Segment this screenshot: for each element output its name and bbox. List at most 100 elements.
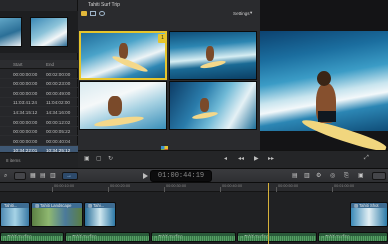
ruler-tick — [220, 187, 221, 192]
surfer-shorts — [318, 111, 336, 122]
video-only-switch-icon[interactable] — [90, 11, 96, 16]
surfer-head — [317, 71, 331, 86]
end-timecode: 00:00:49:00 — [46, 90, 71, 96]
viewer-control-bar: ▣ ▢ ↻ ◂ ◂◂ ▶ ▸▸ ⤢ — [78, 150, 388, 168]
arrow-icon[interactable]: → — [66, 172, 72, 180]
column-header-start[interactable]: Start — [13, 62, 23, 67]
list-row[interactable]: 00:00:00:00 00:00:12:02 — [0, 117, 78, 127]
list-row[interactable]: 00:00:00:00 00:00:23:00 — [0, 79, 78, 89]
list-row[interactable]: 00:00:00:00 00:00:05:22 — [0, 127, 78, 137]
search-icon[interactable]: ⌕ — [4, 172, 7, 180]
start-timecode: 00:00:00:00 — [13, 90, 38, 96]
item-count: 8 items — [6, 158, 21, 163]
list-row[interactable]: 14:34:15:12 14:34:16:00 — [0, 107, 78, 117]
audio-waveform — [66, 236, 149, 241]
timeline-ruler[interactable]: 00:00:10:00 00:00:20:00 00:00:30:00 00:0… — [0, 183, 388, 192]
surfboard — [300, 115, 388, 155]
snapping-icon[interactable]: ◎ — [330, 172, 335, 180]
transform-icon[interactable]: ▣ — [84, 155, 90, 162]
start-timecode: 00:00:00:00 — [13, 71, 38, 77]
angle-viewer: Tahiti Surf Trip Settings ▾ 1 — [78, 0, 260, 168]
clip-list: 00:00:00:00 00:02:00:00 00:00:00:00 00:00:… — [0, 69, 78, 156]
end-timecode: 00:00:05:22 — [46, 129, 71, 135]
audio-only-switch-icon[interactable] — [99, 11, 105, 16]
next-icon[interactable]: ▸▸ — [268, 155, 274, 162]
end-timecode: 00:02:00:00 — [46, 71, 71, 77]
end-timecode: 11:04:02:00 — [46, 100, 70, 106]
play-icon[interactable]: ▶ — [254, 155, 259, 162]
angle-1[interactable]: 1 — [79, 31, 167, 80]
angle-4[interactable] — [169, 81, 257, 130]
ruler-tick — [164, 187, 165, 192]
crop-icon[interactable]: ▢ — [96, 155, 102, 162]
retime-icon[interactable]: ↻ — [108, 155, 113, 162]
transitions-browser-button[interactable] — [372, 172, 386, 180]
solo-icon[interactable]: ⚙ — [316, 172, 321, 180]
surfboard — [191, 110, 219, 121]
playhead[interactable] — [268, 183, 269, 244]
list-row[interactable]: 00:00:00:00 00:02:00:00 — [0, 69, 78, 79]
audio-clip[interactable]: ▸ Tahiti Surfing — [65, 232, 150, 242]
ruler-tick — [52, 187, 53, 192]
list-row[interactable]: 00:00:00:00 00:00:40:04 — [0, 136, 78, 146]
chevron-down-icon[interactable]: ▾ — [250, 10, 252, 16]
angle-2[interactable] — [169, 31, 257, 80]
connect-icon[interactable]: ▦ — [30, 172, 36, 180]
insert-icon[interactable]: ▤ — [40, 172, 46, 180]
append-icon[interactable]: ▥ — [50, 172, 56, 180]
list-header: Start End — [0, 60, 78, 69]
audio-clip[interactable]: ▸ Tahiti Surfing — [318, 232, 388, 242]
surfboard — [93, 114, 145, 129]
clip-thumbnail[interactable] — [0, 17, 22, 47]
timeline[interactable]: 00:00:10:00 00:00:20:00 00:00:30:00 00:0… — [0, 183, 388, 244]
clip-appearance-button[interactable] — [14, 172, 26, 180]
ruler-label: 00:00:30:00 — [166, 184, 187, 188]
end-timecode: 14:34:16:00 — [46, 109, 71, 115]
start-timecode: 00:00:00:00 — [13, 119, 38, 125]
video-audio-switch-icon[interactable] — [81, 11, 87, 16]
viewer-frame — [260, 31, 388, 155]
audio-waveform — [319, 236, 387, 241]
play-indicator-icon — [143, 173, 148, 179]
list-row[interactable]: 00:00:00:00 00:00:49:00 — [0, 88, 78, 98]
video-clip[interactable]: ▨ Tahiti Landscape — [31, 202, 83, 227]
ruler-label: 00:00:10:00 — [54, 184, 75, 188]
multicam-clip-name: Tahiti Surf Trip — [88, 2, 120, 8]
angle-viewer-title: Tahiti Surf Trip — [78, 1, 260, 9]
angle-3[interactable] — [79, 81, 167, 130]
event-browser: Start End 00:00:00:00 00:02:00:00 00:00:0… — [0, 0, 78, 168]
skimming-icon[interactable]: ▤ — [292, 172, 298, 180]
settings-menu[interactable]: Settings — [233, 11, 250, 16]
video-clip[interactable]: ▨ Tahi... — [84, 202, 116, 227]
effects-browser-icon[interactable]: ▣ — [358, 172, 364, 180]
ruler-label: 00:00:40:00 — [222, 184, 243, 188]
clip-thumbnail[interactable] — [30, 17, 68, 47]
surfer-figure — [108, 96, 122, 116]
end-timecode: 00:00:12:02 — [46, 119, 71, 125]
audio-clip[interactable]: ▸ Tahiti Surfing — [0, 232, 64, 242]
previous-icon[interactable]: ◂◂ — [238, 155, 244, 162]
column-header-end[interactable]: End — [46, 62, 54, 67]
audio-waveform — [152, 236, 235, 241]
toolbar: ⌕ ▦ ▤ ▥ → 01:00:44:19 ▤ ▥ ⚙ ◎ ⎘ ▣ — [0, 168, 388, 183]
start-timecode: 00:00:00:00 — [13, 138, 38, 144]
ruler-tick — [108, 187, 109, 192]
video-clip[interactable]: ▨ Tahiti Shot — [350, 202, 388, 227]
fullscreen-icon[interactable]: ⤢ — [364, 155, 369, 162]
start-timecode: 14:34:15:12 — [13, 109, 38, 115]
filmstrip-thumbnails — [0, 11, 78, 53]
active-angle-badge: 1 — [158, 34, 165, 43]
audio-clip[interactable]: ▸ Tahiti Surfing — [151, 232, 236, 242]
end-timecode: 00:00:23:00 — [46, 81, 71, 87]
audio-clip[interactable]: ▸ Tahiti Surfing — [237, 232, 317, 242]
list-row[interactable]: 11:03:41:24 11:04:02:00 — [0, 98, 78, 108]
timecode-display[interactable]: 01:00:44:19 — [150, 170, 212, 182]
audio-skimming-icon[interactable]: ▥ — [304, 172, 310, 180]
video-clip[interactable]: Tahiti... — [0, 202, 30, 227]
start-timecode: 00:00:00:00 — [13, 81, 38, 87]
previous-frame-icon[interactable]: ◂ — [224, 155, 227, 162]
ruler-label: 00:01:00:00 — [334, 184, 355, 188]
surfboard — [199, 59, 227, 70]
clip-appearance-icon[interactable]: ⎘ — [344, 172, 349, 180]
start-timecode: 00:00:00:00 — [13, 129, 38, 135]
